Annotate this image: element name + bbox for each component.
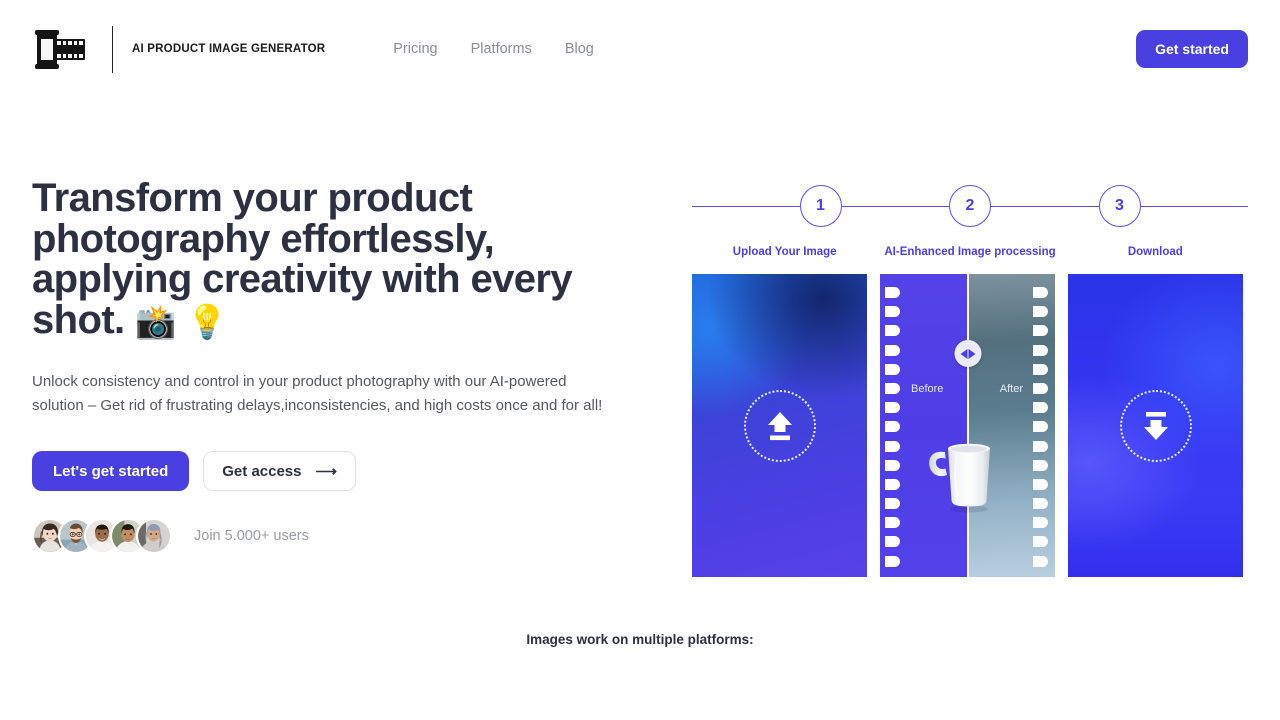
camera-flash-emoji: 📸 (135, 302, 177, 340)
brand-name: AI PRODUCT IMAGE GENERATOR (132, 43, 326, 55)
hero-copy: Transform your product photography effor… (32, 178, 652, 577)
download-panel[interactable] (1068, 274, 1243, 577)
step-connector (1140, 205, 1248, 207)
workflow-preview: 1 2 3 Upload Your Image AI-Enhanced Imag… (652, 178, 1248, 577)
nav-item-blog[interactable]: Blog (565, 41, 594, 57)
hero-title-line-1: Transform your product (32, 176, 473, 220)
avatar-group (32, 518, 172, 554)
product-mug-image (918, 416, 1018, 516)
step-circle-1[interactable]: 1 (799, 185, 842, 227)
hero-subtitle: Unlock consistency and control in your p… (32, 373, 603, 414)
social-proof: Join 5.000+ users (32, 518, 652, 554)
film-perforations-left (885, 274, 902, 577)
avatar (136, 518, 172, 554)
brand-divider (112, 25, 113, 73)
brand[interactable]: AI PRODUCT IMAGE GENERATOR (32, 25, 326, 73)
get-started-button[interactable]: Get started (1136, 30, 1248, 68)
arrow-right-icon: ⟶ (315, 462, 338, 480)
hero-title-line-4: shot. (32, 297, 125, 342)
lets-get-started-button[interactable]: Let's get started (32, 451, 190, 491)
step-connector (841, 205, 949, 207)
hero-cta-group: Let's get started Get access ⟶ (32, 451, 652, 491)
compare-slider-icon[interactable] (954, 340, 981, 367)
step-circle-3[interactable]: 3 (1098, 185, 1141, 227)
upload-panel[interactable] (692, 274, 867, 577)
step-label-2: AI-Enhanced Image processing (884, 246, 1056, 258)
light-bulb-emoji: 💡 (186, 302, 228, 340)
main-nav: Pricing Platforms Blog (393, 41, 594, 57)
step-connector (991, 205, 1099, 207)
step-connector (692, 205, 800, 207)
after-label: After (999, 383, 1023, 395)
step-circle-2[interactable]: 2 (949, 185, 991, 227)
preview-panels: Before After (692, 274, 1248, 577)
upload-icon[interactable] (743, 389, 816, 462)
before-label: Before (911, 383, 944, 395)
nav-item-pricing[interactable]: Pricing (393, 41, 437, 57)
stepper-labels: Upload Your Image AI-Enhanced Image proc… (692, 246, 1248, 258)
hero-title-line-2: photography effortlessly, (32, 216, 495, 261)
hero-section: Transform your product photography effor… (0, 178, 1280, 577)
film-roll-icon (32, 26, 90, 72)
page-title: Transform your product photography effor… (32, 178, 592, 342)
film-perforations-right (1033, 274, 1050, 577)
site-header: AI PRODUCT IMAGE GENERATOR Pricing Platf… (0, 0, 1280, 98)
step-label-1: Upload Your Image (732, 246, 837, 258)
download-icon[interactable] (1119, 389, 1192, 462)
get-access-button[interactable]: Get access ⟶ (203, 451, 357, 491)
get-access-label: Get access (222, 462, 302, 480)
stepper: 1 2 3 (692, 184, 1248, 228)
before-after-panel[interactable]: Before After (880, 274, 1055, 577)
step-label-3: Download (1127, 246, 1183, 258)
hero-title-line-3: applying creativity with every (32, 257, 573, 301)
platforms-note: Images work on multiple platforms: (526, 632, 754, 647)
social-proof-text: Join 5.000+ users (194, 528, 309, 544)
nav-item-platforms[interactable]: Platforms (471, 41, 532, 57)
